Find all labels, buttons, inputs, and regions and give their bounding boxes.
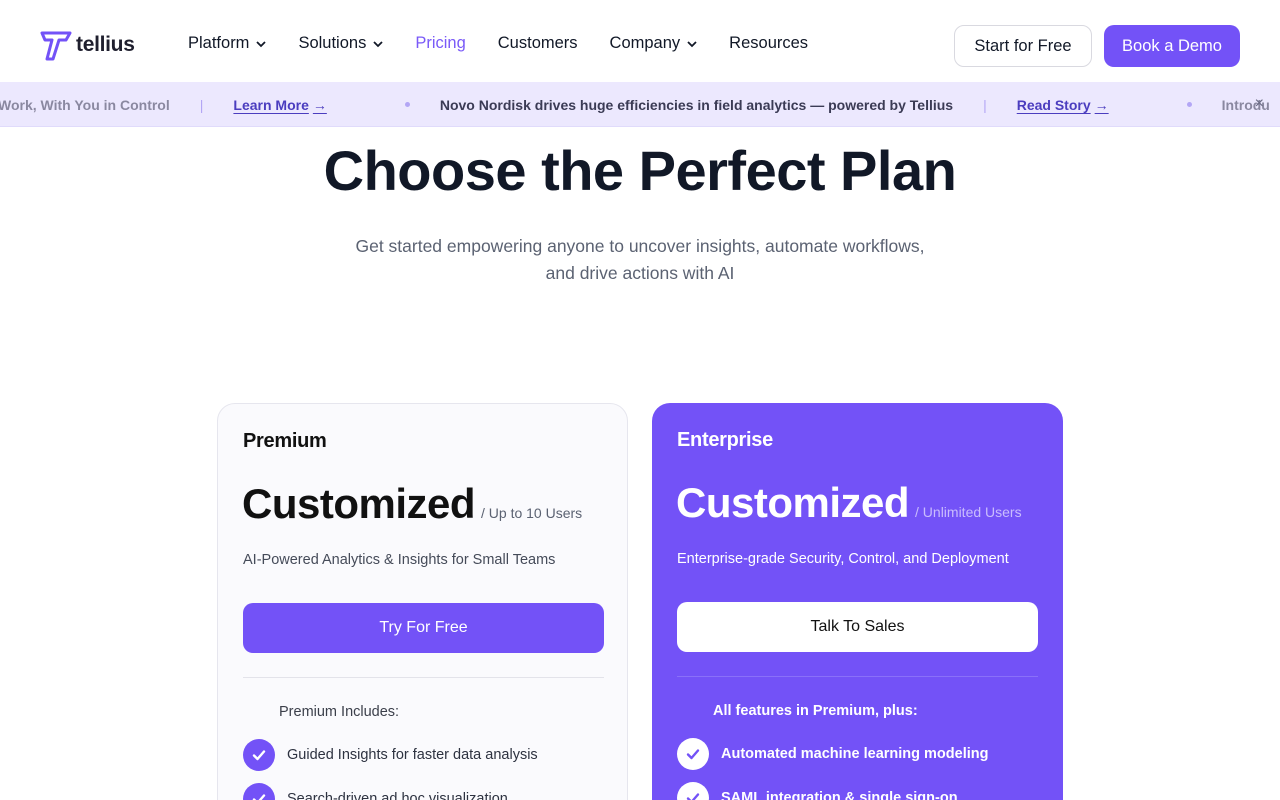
menu-item-label: Customers [497, 34, 578, 52]
tellius-logo[interactable]: tellius [40, 31, 135, 61]
check-icon [243, 739, 275, 771]
menu-item-platform[interactable]: Platform [188, 34, 267, 53]
plan-card-enterprise: Enterprise Customized / Unlimited Users … [652, 403, 1063, 800]
plan-users: / Up to 10 Users [481, 505, 583, 521]
menu-item-label: Company [609, 34, 681, 52]
arrow-right-icon: → [312, 96, 327, 113]
ticker-learn-more-link[interactable]: Learn More → [233, 97, 326, 113]
includes-label: All features in Premium, plus: [713, 703, 918, 719]
plan-name: Enterprise [677, 429, 773, 451]
ticker-separator: | [199, 96, 204, 113]
plan-price: Customized [242, 480, 476, 527]
price-row: Customized / Up to 10 Users [242, 480, 582, 528]
divider [677, 676, 1038, 677]
plan-tagline: AI-Powered Analytics & Insights for Smal… [243, 552, 556, 568]
ticker-separator: | [983, 96, 987, 113]
plan-card-premium: Premium Customized / Up to 10 Users AI-P… [217, 403, 628, 800]
feature-item: SAML integration & single sign-on [677, 782, 988, 800]
start-for-free-button[interactable]: Start for Free [954, 25, 1092, 67]
feature-list: Automated machine learning modeling SAML… [677, 738, 988, 800]
ticker-track: Work, With You in Control | Learn More →… [0, 82, 1270, 126]
chevron-down-icon [256, 40, 267, 47]
logo-text: tellius [76, 33, 135, 56]
feature-item: Guided Insights for faster data analysis [243, 739, 538, 771]
menu-item-label: Pricing [415, 34, 466, 52]
check-icon [677, 782, 709, 800]
feature-text: SAML integration & single sign-on [721, 790, 958, 800]
top-navigation: tellius Platform Solutions Pricing Custo… [0, 0, 1280, 82]
announcement-ticker: Work, With You in Control | Learn More →… [0, 82, 1280, 127]
ticker-dot [1186, 102, 1192, 107]
book-a-demo-button[interactable]: Book a Demo [1104, 25, 1240, 67]
menu-item-company[interactable]: Company [610, 34, 698, 53]
ticker-read-story-link[interactable]: Read Story → [1017, 97, 1109, 113]
plan-tagline: Enterprise-grade Security, Control, and … [677, 551, 1009, 567]
plan-name: Premium [243, 430, 327, 452]
divider [243, 677, 604, 678]
talk-to-sales-button[interactable]: Talk To Sales [677, 602, 1038, 652]
page-title: Choose the Perfect Plan [323, 139, 957, 202]
price-row: Customized / Unlimited Users [676, 479, 1022, 527]
feature-text: Guided Insights for faster data analysis [287, 747, 538, 763]
close-icon[interactable]: × [1255, 95, 1264, 113]
menu-item-solutions[interactable]: Solutions [298, 34, 383, 53]
arrow-right-icon: → [1094, 96, 1109, 113]
plan-users: / Unlimited Users [915, 504, 1022, 520]
try-for-free-button[interactable]: Try For Free [243, 603, 604, 653]
menu-item-customers[interactable]: Customers [498, 34, 578, 53]
ticker-dot [404, 102, 410, 107]
feature-item: Automated machine learning modeling [677, 738, 988, 770]
ticker-item-text: Novo Nordisk drives huge efficiencies in… [439, 96, 954, 113]
menu-item-label: Resources [729, 34, 809, 52]
main-menu: Platform Solutions Pricing Customers Com… [188, 34, 808, 53]
menu-item-pricing[interactable]: Pricing [415, 34, 465, 53]
plan-price: Customized [676, 479, 910, 526]
includes-label: Premium Includes: [279, 704, 400, 720]
menu-item-label: Solutions [298, 34, 367, 52]
chevron-down-icon [373, 40, 383, 47]
menu-item-label: Platform [188, 34, 250, 52]
check-icon [243, 783, 275, 800]
ticker-item-text: Work, With You in Control [0, 96, 170, 113]
menu-item-resources[interactable]: Resources [729, 34, 808, 53]
feature-text: Automated machine learning modeling [721, 746, 989, 762]
ticker-link-label: Read Story [1016, 96, 1091, 113]
feature-list: Guided Insights for faster data analysis… [243, 739, 538, 800]
chevron-down-icon [687, 40, 697, 47]
feature-text: Search-driven ad hoc visualization [287, 791, 508, 800]
page-subtitle: Get started empowering anyone to uncover… [355, 236, 925, 283]
feature-item: Search-driven ad hoc visualization [243, 783, 538, 800]
tellius-logo-icon [40, 31, 72, 61]
ticker-link-label: Learn More [233, 96, 309, 113]
check-icon [677, 738, 709, 770]
